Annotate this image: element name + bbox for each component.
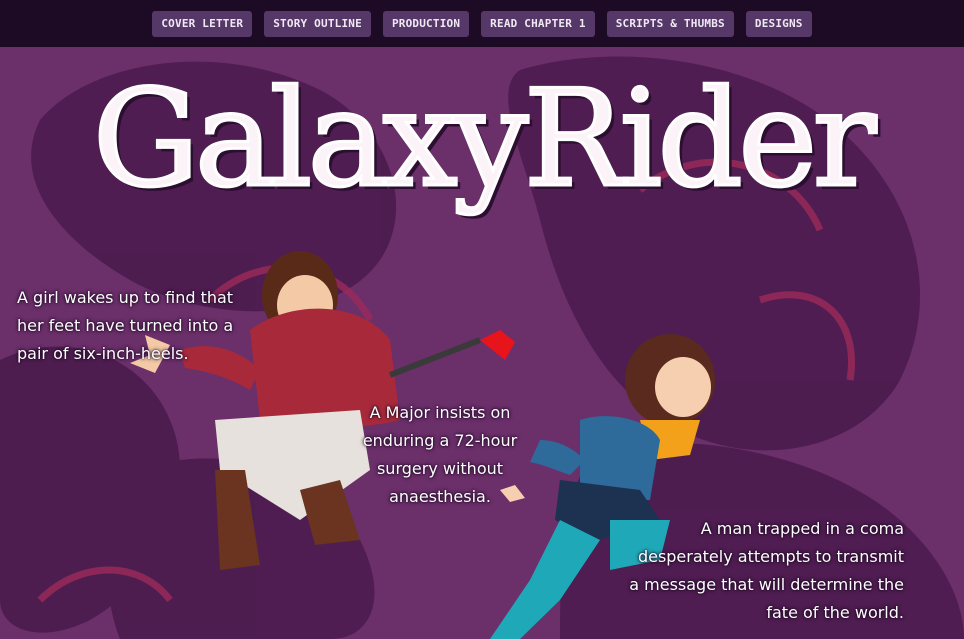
nav-designs-button[interactable]: DESIGNS xyxy=(745,10,812,37)
comic-title: GalaxyRider xyxy=(91,61,878,217)
nav-scripts-thumbs-button[interactable]: SCRIPTS & THUMBS xyxy=(606,10,734,37)
nav-cover-letter-button[interactable]: COVER LETTER xyxy=(152,10,253,37)
nav-read-chapter-1-button[interactable]: READ CHAPTER 1 xyxy=(481,10,595,37)
story-blurb-girl: A girl wakes up to find that her feet ha… xyxy=(17,288,234,363)
top-nav-bar: COVER LETTER STORY OUTLINE PRODUCTION RE… xyxy=(0,0,964,47)
nav-production-button[interactable]: PRODUCTION xyxy=(382,10,470,37)
story-blurb-major: A Major insists on enduring a 72-hour su… xyxy=(362,403,518,506)
nav-story-outline-button[interactable]: STORY OUTLINE xyxy=(264,10,371,37)
story-blurb-coma: A man trapped in a coma desperately atte… xyxy=(629,519,904,622)
